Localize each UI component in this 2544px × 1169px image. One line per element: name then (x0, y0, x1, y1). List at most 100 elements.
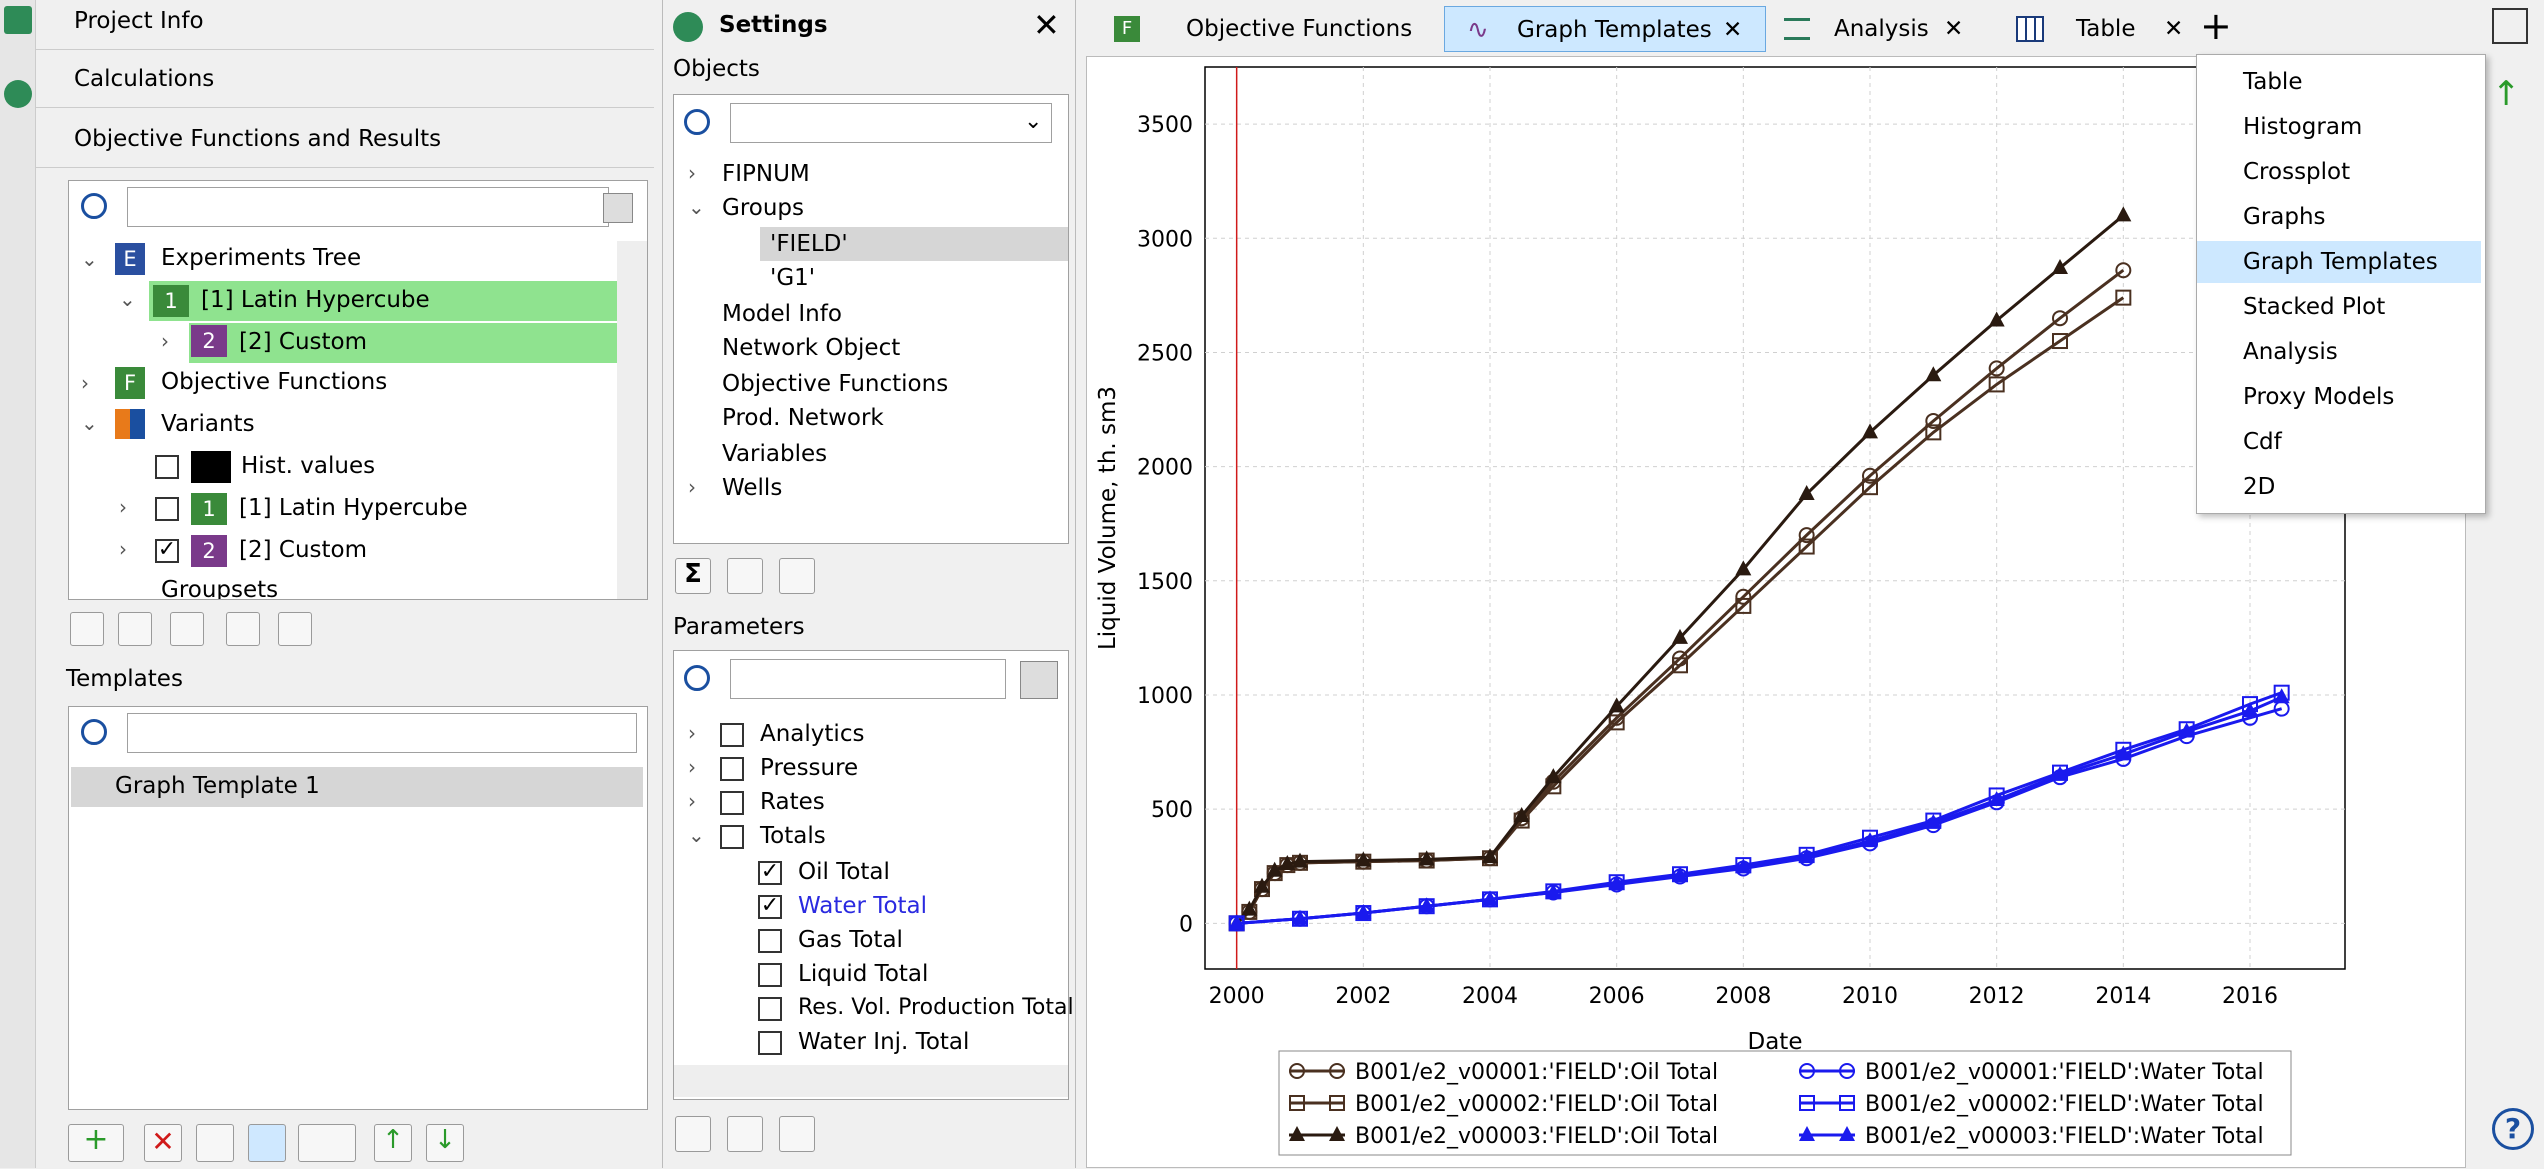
legend-entry: B001/e2_v00003:'FIELD':Oil Total (1355, 1124, 1718, 1149)
chevron-down-icon[interactable]: ⌄ (1024, 109, 1042, 134)
parameters-search-input[interactable] (730, 659, 1006, 699)
upload-icon[interactable]: ↑ (374, 1124, 412, 1162)
nav-calculations[interactable]: Calculations (36, 58, 654, 108)
object-item[interactable]: FIPNUM (722, 161, 810, 187)
tab-label: Analysis (1834, 16, 1929, 42)
menu-item-stacked-plot[interactable]: Stacked Plot (2197, 286, 2481, 328)
menu-item-graphs[interactable]: Graphs (2197, 196, 2481, 238)
horizontal-scrollbar[interactable] (674, 1065, 1068, 1097)
wrench-icon[interactable] (2494, 206, 2528, 240)
sum-icon[interactable]: Σ (675, 558, 711, 594)
curves-icon[interactable] (2490, 140, 2530, 180)
menu-item-cdf[interactable]: Cdf (2197, 421, 2481, 463)
curve-icon[interactable] (779, 558, 815, 594)
menu-item-table[interactable]: Table (2197, 61, 2481, 103)
x-tick-label: 2006 (1589, 984, 1645, 1009)
tab-objective-functions[interactable]: F Objective Functions (1090, 6, 1430, 52)
close-icon[interactable]: ✕ (2164, 6, 2183, 52)
x-tick-label: 2000 (1209, 984, 1265, 1009)
tree-item-label[interactable]: Variants (161, 411, 255, 437)
menu-item-histogram[interactable]: Histogram (2197, 106, 2481, 148)
help-icon[interactable]: ? (2492, 1108, 2534, 1150)
tab-label: Table (2076, 16, 2136, 42)
tab-analysis[interactable]: Analysis ✕ (1784, 6, 1964, 52)
sort-icon[interactable] (727, 1116, 763, 1152)
experiments-search-input[interactable] (127, 187, 609, 227)
templates-search-input[interactable] (127, 713, 637, 753)
menu-item-crossplot[interactable]: Crossplot (2197, 151, 2481, 193)
param-checkbox[interactable] (720, 723, 744, 747)
param-checkbox[interactable] (720, 825, 744, 849)
hist-values-checkbox[interactable] (155, 455, 179, 479)
param-checkbox[interactable] (758, 1031, 782, 1055)
variant-2-checkbox[interactable]: ✓ (155, 539, 179, 563)
tree-item-label: [2] Custom (239, 329, 368, 355)
tree-view-icon[interactable] (4, 6, 32, 34)
object-item[interactable]: Groups (722, 195, 804, 221)
list-icon[interactable] (779, 1116, 815, 1152)
scatter-icon[interactable] (226, 612, 260, 646)
cube-icon[interactable] (2492, 8, 2528, 44)
tree-item-label[interactable]: Groupsets (161, 577, 278, 599)
object-item[interactable]: Objective Functions (722, 371, 948, 397)
object-item[interactable]: Model Info (722, 301, 842, 327)
object-item[interactable]: Network Object (722, 335, 900, 361)
template-item[interactable]: Graph Template 1 (71, 767, 643, 807)
param-checkbox[interactable] (758, 929, 782, 953)
eye-icon[interactable] (170, 612, 204, 646)
param-label: Pressure (760, 755, 859, 781)
tree-item-label[interactable]: Objective Functions (161, 369, 387, 395)
crossplot-icon[interactable] (278, 612, 312, 646)
y-tick-label: 0 (1179, 912, 1193, 937)
close-icon[interactable]: ✕ (1723, 7, 1742, 53)
settings-panel: Settings ✕ Objects ⌄ › FIPNUM ⌄ Groups '… (662, 0, 1076, 1168)
object-item[interactable]: Variables (722, 441, 827, 467)
gear-icon[interactable] (4, 80, 32, 108)
tab-table[interactable]: Table ✕ (2016, 6, 2186, 52)
experiments-panel: ⌄ E Experiments Tree ⌄ 1 [1] Latin Hyper… (68, 180, 648, 600)
x-tick-label: 2012 (1969, 984, 2025, 1009)
nav-objective-functions[interactable]: Objective Functions and Results (36, 116, 654, 168)
objects-panel: ⌄ › FIPNUM ⌄ Groups 'FIELD' 'G1' Model I… (673, 94, 1069, 544)
object-item[interactable]: Wells (722, 475, 782, 501)
axis-icon[interactable] (298, 1124, 356, 1162)
menu-item-2d[interactable]: 2D (2197, 466, 2481, 508)
upload-icon[interactable]: ↑ (2492, 74, 2521, 114)
search-icon (684, 665, 710, 691)
menu-item-proxy-models[interactable]: Proxy Models (2197, 376, 2481, 418)
y-tick-label: 1500 (1137, 570, 1193, 595)
tree-item-label[interactable]: Experiments Tree (161, 245, 361, 271)
refresh-icon[interactable] (248, 1124, 286, 1162)
remove-icon[interactable] (727, 558, 763, 594)
remove-icon[interactable] (675, 1116, 711, 1152)
wrench-icon[interactable] (196, 1124, 234, 1162)
delete-icon[interactable]: ✕ (144, 1124, 182, 1162)
add-tab-icon[interactable]: + (2200, 4, 2232, 48)
object-item[interactable]: Prod. Network (722, 405, 884, 431)
param-checkbox[interactable] (720, 791, 744, 815)
param-checkbox[interactable] (758, 963, 782, 987)
filter-icon[interactable] (603, 193, 633, 223)
menu-item-graph-templates[interactable]: Graph Templates (2197, 241, 2481, 283)
tab-graph-templates[interactable]: ∿ Graph Templates ✕ (1444, 6, 1766, 52)
param-checkbox[interactable] (720, 757, 744, 781)
close-icon[interactable]: ✕ (1944, 6, 1963, 52)
variant-1-checkbox[interactable] (155, 497, 179, 521)
download-icon[interactable]: ↓ (426, 1124, 464, 1162)
close-icon[interactable]: ✕ (1033, 6, 1060, 44)
badge-1: 1 (153, 285, 189, 317)
water-total-checkbox[interactable]: ✓ (758, 895, 782, 919)
search-icon (684, 109, 710, 135)
oil-total-checkbox[interactable]: ✓ (758, 861, 782, 885)
objects-search-input[interactable] (730, 103, 1052, 143)
filter-icon[interactable] (1020, 661, 1058, 699)
object-item[interactable]: 'G1' (770, 265, 815, 291)
param-checkbox[interactable] (758, 997, 782, 1021)
tree-scrollbar[interactable] (617, 241, 647, 599)
menu-item-analysis[interactable]: Analysis (2197, 331, 2481, 373)
tab-label: Objective Functions (1186, 16, 1413, 42)
nav-project-info[interactable]: Project Info (36, 0, 654, 50)
add-icon[interactable]: + (68, 1124, 124, 1162)
toolbar-btn-1[interactable] (70, 612, 104, 646)
toolbar-btn-2[interactable] (118, 612, 152, 646)
